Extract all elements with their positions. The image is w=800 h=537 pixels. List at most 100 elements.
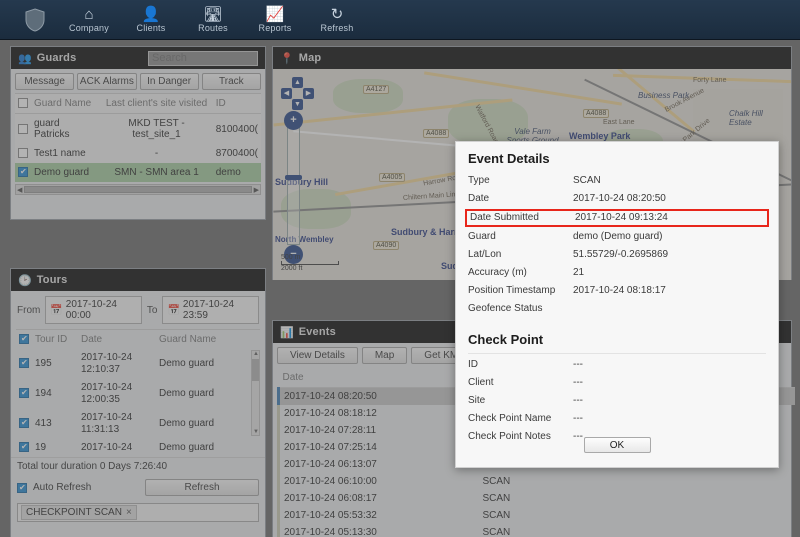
table-row[interactable]: 2017-10-24 05:13:30 SCAN [277, 524, 796, 537]
row-checkbox[interactable] [19, 357, 29, 369]
table-row[interactable]: Test1 name - 8700400( [15, 144, 261, 163]
events-col-date[interactable]: Date [278, 368, 479, 388]
event-date-cell: 2017-10-24 07:25:14 [277, 439, 479, 456]
guards-horizontal-scrollbar[interactable]: ◀ ▶ [15, 184, 261, 195]
event-type-cell: SCAN [482, 476, 511, 487]
event-date-cell: 2017-10-24 08:18:12 [277, 405, 479, 422]
guards-search-input[interactable] [148, 50, 258, 66]
refresh-button[interactable]: Refresh [145, 479, 259, 496]
detail-key: Guard [468, 231, 496, 242]
view-details-button[interactable]: View Details [277, 347, 358, 364]
row-checkbox[interactable] [19, 441, 29, 453]
map-place-bold: North Wembley [275, 235, 334, 244]
table-row[interactable]: 2017-10-24 06:08:17 SCAN [277, 490, 796, 507]
scroll-right-arrow-icon[interactable]: ▶ [254, 186, 259, 194]
nav-reports[interactable]: 📈 Reports [244, 0, 306, 40]
detail-key: Accuracy (m) [468, 267, 527, 278]
home-icon: ⌂ [84, 5, 94, 23]
pan-left-icon[interactable]: ◀ [281, 88, 292, 99]
nav-refresh[interactable]: ↻ Refresh [306, 0, 368, 40]
detail-row: Date 2017-10-24 08:20:50 [456, 190, 778, 208]
table-row[interactable]: 194 2017-10-24 12:00:35 Demo guard [16, 379, 260, 409]
tour-id-cell: 195 [35, 358, 52, 369]
pan-down-icon[interactable]: ▼ [292, 99, 303, 110]
to-date-input[interactable]: 📅 2017-10-24 23:59 [162, 296, 259, 324]
row-checkbox[interactable] [18, 166, 28, 178]
table-row[interactable]: 2017-10-24 06:10:00 SCAN [277, 473, 796, 490]
message-button[interactable]: Message [15, 73, 75, 90]
tours-table-header-row: Tour ID Date Guard Name [16, 330, 260, 349]
pan-right-icon[interactable]: ▶ [303, 88, 314, 99]
ok-button[interactable]: OK [583, 437, 651, 453]
tours-select-all-header[interactable] [16, 330, 32, 349]
event-type-cell: SCAN [482, 510, 511, 521]
row-checkbox[interactable] [18, 148, 28, 159]
pan-up-icon[interactable]: ▲ [292, 77, 303, 88]
guards-col-name[interactable]: Guard Name [31, 94, 101, 114]
detail-key: Date [468, 193, 490, 204]
checkpoint-key: Check Point Name [468, 413, 552, 424]
select-all-checkbox[interactable] [18, 98, 28, 109]
guards-select-all-header[interactable] [15, 94, 31, 114]
nav-company[interactable]: ⌂ Company [58, 0, 120, 40]
track-button[interactable]: Track [201, 73, 261, 90]
auto-refresh-checkbox[interactable] [17, 482, 27, 493]
tours-refresh-row: Auto Refresh Refresh [11, 475, 265, 500]
detail-row: Accuracy (m) 21 [456, 264, 778, 282]
table-row[interactable]: Demo guard SMN - SMN area 1 demo [15, 163, 261, 182]
table-row[interactable]: 413 2017-10-24 11:31:13 Demo guard [16, 409, 260, 439]
event-date-cell: 2017-10-24 08:20:50 [277, 387, 479, 405]
map-scale-metric: 500 m [281, 254, 301, 261]
tour-date-cell: 2017-10-24 12:10:37 [81, 352, 133, 375]
event-type-filter-box[interactable]: CHECKPOINT SCAN × [17, 503, 259, 522]
tours-select-all-checkbox[interactable] [19, 333, 29, 345]
detail-row: Type SCAN [456, 172, 778, 190]
event-date-cell: 2017-10-24 05:53:32 [277, 507, 479, 524]
scrollbar-thumb[interactable] [252, 359, 259, 381]
tours-vertical-scrollbar[interactable]: ▲ ▼ [251, 350, 260, 436]
tours-col-guard[interactable]: Guard Name [156, 330, 260, 349]
table-row[interactable]: 195 2017-10-24 12:10:37 Demo guard [16, 349, 260, 379]
chart-icon: 📊 [280, 326, 294, 339]
scroll-up-arrow-icon[interactable]: ▲ [253, 351, 259, 357]
zoom-slider-handle[interactable] [285, 175, 302, 180]
detail-value: 2017-10-24 09:13:24 [575, 212, 668, 223]
to-label: To [146, 304, 158, 316]
remove-tag-icon[interactable]: × [126, 507, 132, 518]
checkpoint-row: Check Point Name --- [456, 410, 778, 428]
table-row[interactable]: 19 2017-10-24 Demo guard [16, 439, 260, 457]
in-danger-button[interactable]: In Danger [139, 73, 199, 90]
table-row[interactable]: 2017-10-24 05:53:32 SCAN [277, 507, 796, 524]
scroll-left-arrow-icon[interactable]: ◀ [17, 186, 22, 194]
app-logo[interactable] [12, 7, 58, 32]
zoom-in-button[interactable]: + [284, 111, 303, 130]
row-checkbox[interactable] [18, 123, 28, 134]
table-row[interactable]: guard Patricks MKD TEST - test_site_1 81… [15, 114, 261, 145]
tours-panel: 🕑 Tours From 📅 2017-10-24 00:00 To 📅 201… [10, 268, 266, 537]
events-title: Events [298, 326, 336, 338]
checkpoint-row: ID --- [456, 356, 778, 374]
checkpoint-value: --- [573, 413, 583, 424]
map-pan-control[interactable]: ▲ ◀ ▶ ▼ [281, 77, 315, 111]
shield-icon [25, 7, 45, 32]
from-date-input[interactable]: 📅 2017-10-24 00:00 [45, 296, 142, 324]
nav-reports-label: Reports [258, 22, 292, 33]
filter-tag-label: CHECKPOINT SCAN [26, 507, 122, 518]
map-zoom-track[interactable] [287, 115, 300, 245]
tours-col-date[interactable]: Date [78, 330, 156, 349]
map-button[interactable]: Map [361, 347, 408, 364]
scroll-down-arrow-icon[interactable]: ▼ [253, 429, 259, 435]
detail-key: Geofence Status [468, 303, 543, 314]
nav-clients[interactable]: 👤 Clients [120, 0, 182, 40]
guards-col-id[interactable]: ID [212, 94, 261, 114]
row-checkbox[interactable] [19, 417, 29, 429]
filter-tag[interactable]: CHECKPOINT SCAN × [21, 505, 137, 520]
guards-col-site[interactable]: Last client's site visited [100, 94, 213, 114]
ack-alarms-button[interactable]: ACK Alarms [77, 73, 137, 90]
detail-key: Type [468, 175, 490, 186]
tours-col-id[interactable]: Tour ID [32, 330, 78, 349]
row-checkbox[interactable] [19, 387, 29, 399]
scrollbar-thumb[interactable] [24, 186, 252, 193]
nav-company-label: Company [69, 22, 109, 33]
nav-routes[interactable]: 🛣 Routes [182, 0, 244, 40]
